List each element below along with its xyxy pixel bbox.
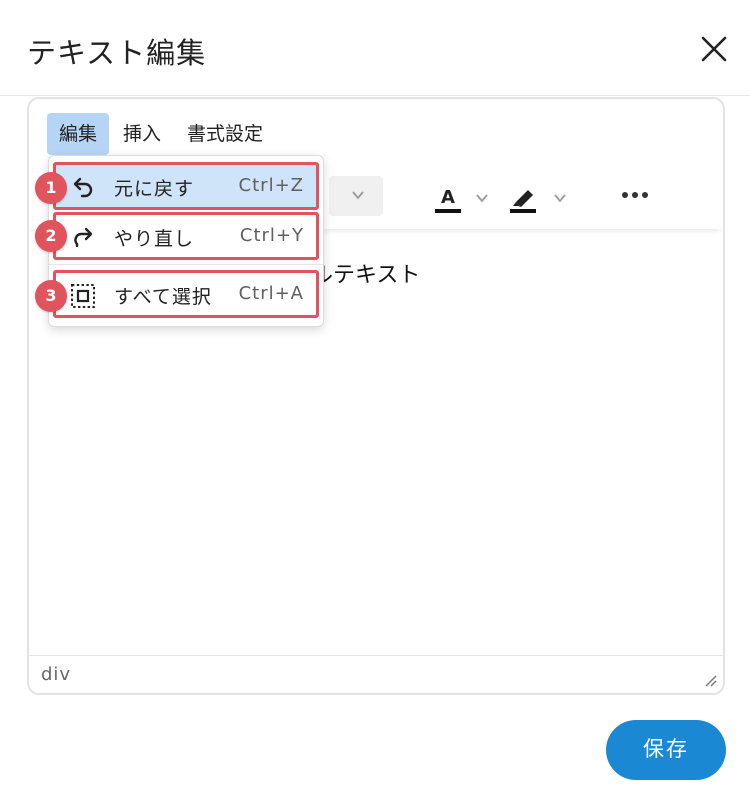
menu-item-label: やり直し	[114, 228, 195, 250]
menu-edit[interactable]: 編集	[47, 113, 110, 155]
editor-statusbar: div	[29, 655, 723, 693]
edit-dropdown-menu: 元に戻す Ctrl+Z やり直し Ctrl+Y すべて選択 Ctrl+A	[48, 155, 324, 327]
menu-item-label: すべて選択	[114, 286, 212, 308]
close-button[interactable]	[695, 30, 733, 68]
menu-item-shortcut: Ctrl+A	[238, 283, 304, 304]
text-color-button[interactable]: A	[429, 177, 495, 219]
highlight-color-button[interactable]	[505, 177, 571, 219]
menu-item-undo[interactable]: 元に戻す Ctrl+Z	[53, 162, 319, 210]
annotation-badge: 3	[35, 280, 67, 312]
menu-item-shortcut: Ctrl+Y	[239, 225, 304, 246]
text-color-icon: A	[435, 187, 461, 213]
menu-insert[interactable]: 挿入	[111, 113, 173, 155]
redo-icon	[74, 227, 93, 248]
resize-handle-icon[interactable]	[703, 673, 717, 687]
more-button[interactable]	[617, 177, 651, 219]
element-path[interactable]: div	[41, 664, 71, 685]
chevron-down-icon	[476, 194, 488, 203]
menu-item-label: 元に戻す	[114, 178, 195, 200]
highlighter-icon	[510, 190, 536, 213]
menu-divider	[49, 264, 323, 265]
annotation-badge: 1	[35, 172, 67, 204]
dialog-header: テキスト編集	[0, 0, 750, 96]
svg-text:A: A	[441, 187, 455, 208]
save-button[interactable]: 保存	[606, 720, 726, 780]
dialog-title: テキスト編集	[27, 36, 207, 70]
more-horizontal-icon	[622, 192, 648, 198]
chevron-down-icon	[352, 191, 364, 200]
block-format-select[interactable]	[329, 176, 383, 216]
editor-content-text[interactable]: ルテキスト	[311, 257, 420, 289]
close-icon	[701, 36, 727, 62]
editor-menubar: 編集 挿入 書式設定	[47, 113, 275, 155]
menu-item-redo[interactable]: やり直し Ctrl+Y	[53, 212, 319, 260]
menu-item-select-all[interactable]: すべて選択 Ctrl+A	[53, 270, 319, 318]
menu-format[interactable]: 書式設定	[175, 113, 275, 155]
annotation-badge: 2	[35, 220, 67, 252]
select-all-icon	[71, 284, 95, 308]
undo-icon	[73, 177, 93, 198]
chevron-down-icon	[554, 194, 566, 203]
menu-item-shortcut: Ctrl+Z	[238, 175, 304, 196]
